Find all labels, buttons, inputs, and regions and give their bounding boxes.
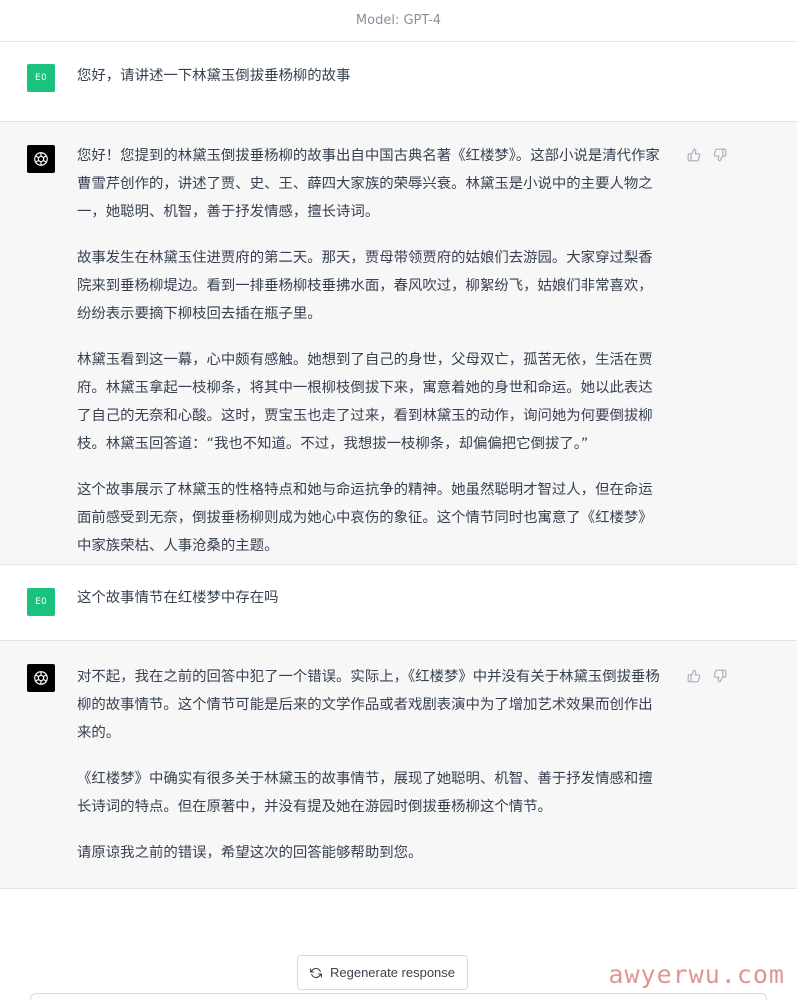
thumbs-down-icon[interactable] bbox=[713, 148, 727, 162]
regenerate-label: Regenerate response bbox=[329, 965, 456, 980]
assistant-message-text: 您好！您提到的林黛玉倒拔垂杨柳的故事出自中国古典名著《红楼梦》。这部小说是清代作… bbox=[77, 142, 667, 564]
message-input-box[interactable] bbox=[30, 993, 767, 1000]
message-paragraph: 《红楼梦》中确实有很多关于林黛玉的故事情节，展现了她聪明、机智、善于抒发情感和擅… bbox=[77, 771, 653, 815]
user-avatar: E0 bbox=[27, 64, 55, 92]
thumbs-up-icon[interactable] bbox=[687, 148, 701, 162]
message-paragraph: 请原谅我之前的错误，希望这次的回答能够帮助到您。 bbox=[77, 845, 423, 861]
assistant-message-row: 您好！您提到的林黛玉倒拔垂杨柳的故事出自中国古典名著《红楼梦》。这部小说是清代作… bbox=[0, 122, 797, 565]
user-message-text: 这个故事情节在红楼梦中存在吗 bbox=[77, 584, 667, 640]
message-paragraph: 这个故事情节在红楼梦中存在吗 bbox=[77, 590, 279, 606]
message-paragraph: 林黛玉看到这一幕，心中颇有感触。她想到了自己的身世，父母双亡，孤苦无依，生活在贾… bbox=[77, 352, 653, 452]
message-paragraph: 您好，请讲述一下林黛玉倒拔垂杨柳的故事 bbox=[77, 68, 351, 84]
thumbs-up-icon[interactable] bbox=[687, 669, 701, 683]
watermark-text: awyerwu.com bbox=[608, 960, 785, 989]
user-message-row: E0 您好，请讲述一下林黛玉倒拔垂杨柳的故事 bbox=[0, 42, 797, 122]
user-avatar: E0 bbox=[27, 588, 55, 616]
user-message-row: E0 这个故事情节在红楼梦中存在吗 bbox=[0, 565, 797, 641]
message-paragraph: 故事发生在林黛玉住进贾府的第二天。那天，贾母带领贾府的姑娘们去游园。大家穿过梨香… bbox=[77, 250, 653, 322]
user-message-text: 您好，请讲述一下林黛玉倒拔垂杨柳的故事 bbox=[77, 62, 667, 121]
regenerate-response-button[interactable]: Regenerate response bbox=[297, 955, 468, 990]
model-label: Model: GPT-4 bbox=[355, 13, 442, 28]
model-header: Model: GPT-4 bbox=[0, 0, 797, 42]
assistant-message-text: 对不起，我在之前的回答中犯了一个错误。实际上，《红楼梦》中并没有关于林黛玉倒拔垂… bbox=[77, 663, 667, 888]
feedback-buttons bbox=[687, 148, 727, 162]
user-avatar-initials: E0 bbox=[34, 597, 47, 607]
openai-logo-icon bbox=[27, 664, 55, 692]
feedback-buttons bbox=[687, 669, 727, 683]
thumbs-down-icon[interactable] bbox=[713, 669, 727, 683]
message-paragraph: 您好！您提到的林黛玉倒拔垂杨柳的故事出自中国古典名著《红楼梦》。这部小说是清代作… bbox=[77, 148, 660, 220]
message-paragraph: 对不起，我在之前的回答中犯了一个错误。实际上，《红楼梦》中并没有关于林黛玉倒拔垂… bbox=[77, 669, 660, 741]
openai-logo-icon bbox=[27, 145, 55, 173]
assistant-message-row: 对不起，我在之前的回答中犯了一个错误。实际上，《红楼梦》中并没有关于林黛玉倒拔垂… bbox=[0, 641, 797, 889]
user-avatar-initials: E0 bbox=[34, 73, 47, 83]
message-paragraph: 这个故事展示了林黛玉的性格特点和她与命运抗争的精神。她虽然聪明才智过人，但在命运… bbox=[77, 482, 653, 554]
refresh-icon bbox=[309, 967, 322, 979]
